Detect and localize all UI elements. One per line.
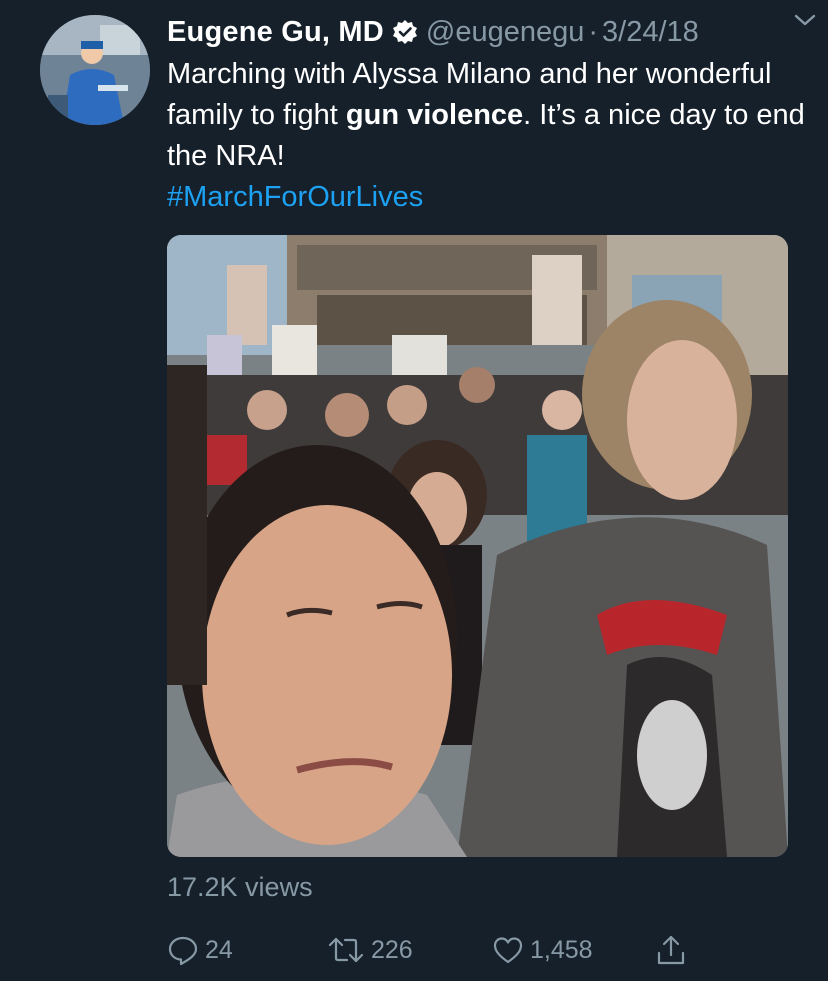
author-handle[interactable]: @eugenegu [426,16,584,49]
tweet-date[interactable]: 3/24/18 [602,16,699,49]
retweet-count: 226 [371,935,413,964]
share-button[interactable] [655,930,687,970]
retweet-icon [328,937,364,963]
tweet-header: Eugene Gu, MD @eugenegu · 3/24/18 [167,12,798,52]
reply-button[interactable]: 24 [167,930,233,970]
video-player[interactable] [167,235,788,857]
tweet-text: Marching with Alyssa Milano and her wond… [167,54,807,218]
reply-icon [168,936,198,966]
view-count: 17.2K views [167,872,313,902]
retweet-button[interactable]: 226 [327,930,413,970]
author-name[interactable]: Eugene Gu, MD [167,16,384,49]
chevron-down-icon[interactable] [792,10,818,30]
tweet-text-bold: gun violence [345,99,524,131]
tweet-actions: 24 226 1,458 [167,930,727,970]
share-icon [657,935,685,965]
heart-icon [493,937,523,964]
header-separator: · [588,15,599,48]
reply-count: 24 [205,935,233,964]
like-count: 1,458 [530,935,593,964]
tweet[interactable]: Eugene Gu, MD @eugenegu · 3/24/18 Marchi… [0,0,828,981]
verified-badge-icon [392,19,418,45]
avatar[interactable] [40,15,150,125]
hashtag-link[interactable]: #MarchForOurLives [167,177,807,218]
like-button[interactable]: 1,458 [492,930,593,970]
